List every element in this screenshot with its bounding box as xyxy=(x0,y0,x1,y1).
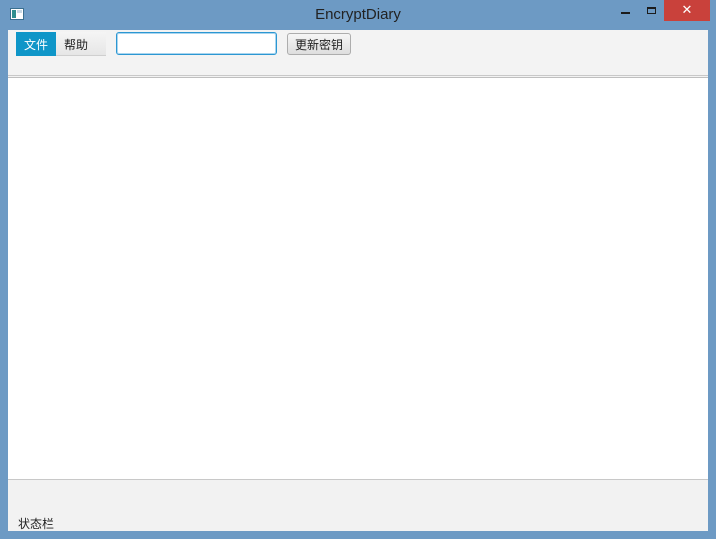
app-window: EncryptDiary ✕ 文件 帮助 更新密钥 状态栏 xyxy=(0,0,716,539)
menu-file[interactable]: 文件 xyxy=(16,32,57,56)
menu-help[interactable]: 帮助 xyxy=(56,32,96,56)
minimize-button[interactable] xyxy=(614,0,636,21)
close-icon: ✕ xyxy=(681,3,693,18)
status-bar: 状态栏 xyxy=(8,481,708,531)
menu-bar: 文件 帮助 xyxy=(16,32,106,56)
close-button[interactable]: ✕ xyxy=(664,0,710,21)
maximize-button[interactable] xyxy=(640,0,662,21)
maximize-icon xyxy=(646,7,656,14)
minimize-icon xyxy=(620,11,630,14)
toolbar: 文件 帮助 更新密钥 xyxy=(8,30,708,76)
diary-editor[interactable] xyxy=(8,77,708,480)
window-title: EncryptDiary xyxy=(315,6,401,23)
status-text: 状态栏 xyxy=(18,517,55,531)
update-key-button[interactable]: 更新密钥 xyxy=(287,33,351,55)
title-bar[interactable]: EncryptDiary ✕ xyxy=(0,0,716,30)
client-area: 文件 帮助 更新密钥 状态栏 xyxy=(8,30,708,531)
key-input[interactable] xyxy=(116,32,277,55)
